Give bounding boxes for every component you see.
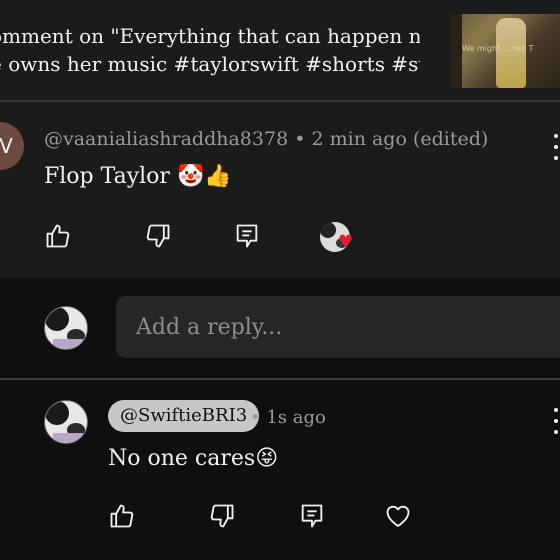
parent-comment: V @vaanialiashraddha8378 • 2 min ago (ed… — [0, 102, 560, 278]
reply-icon — [236, 224, 258, 248]
avatar — [44, 306, 88, 350]
video-title-line-1: omment on "Everything that can happen no… — [0, 24, 420, 48]
comment-meta: • 1s ago — [250, 407, 326, 428]
mention-chip[interactable]: @SwiftieBRI3 — [108, 400, 260, 432]
comment-author[interactable]: @vaanialiashraddha8378 — [44, 128, 288, 150]
avatar-letter: V — [0, 134, 13, 158]
video-context-header[interactable]: omment on "Everything that can happen no… — [0, 0, 560, 102]
avatar[interactable] — [44, 400, 88, 444]
meta-separator: • — [294, 128, 306, 150]
comment-text: No one cares😝 — [108, 446, 278, 471]
thumbnail-rail — [450, 14, 462, 88]
video-title[interactable]: omment on "Everything that can happen no… — [0, 22, 420, 78]
heart-icon — [386, 505, 410, 527]
reply-button[interactable] — [231, 220, 263, 252]
more-vert-icon[interactable] — [553, 408, 559, 434]
comment-text: Flop Taylor 🤡👍 — [44, 164, 232, 189]
like-button[interactable] — [106, 500, 138, 532]
thumbnail-figure — [496, 18, 526, 88]
video-thumbnail[interactable]: We might ... rep T — [450, 14, 560, 88]
comment-text-content: Flop Taylor — [44, 164, 170, 189]
comment-text-content: No one cares — [108, 446, 256, 471]
like-icon — [110, 504, 134, 528]
reply-input[interactable] — [116, 296, 560, 358]
thumbnail-caption: We might ... rep T — [462, 44, 534, 53]
video-title-line-2: e owns her music #taylorswift #shorts #s… — [0, 52, 420, 76]
reply-button[interactable] — [296, 500, 328, 532]
dislike-icon — [210, 504, 234, 528]
dislike-button[interactable] — [142, 220, 174, 252]
heart-icon: ♥ — [338, 232, 354, 252]
avatar[interactable]: V — [0, 122, 24, 170]
dislike-button[interactable] — [206, 500, 238, 532]
like-icon — [46, 224, 70, 248]
comment-meta: @vaanialiashraddha8378 • 2 min ago (edit… — [44, 128, 488, 150]
reply-composer — [0, 278, 560, 380]
comment-emojis: 🤡👍 — [176, 164, 232, 189]
dislike-icon — [146, 224, 170, 248]
more-vert-icon[interactable] — [553, 134, 559, 160]
comment-time: 1s ago — [266, 407, 326, 428]
reply-comment: @SwiftieBRI3 • 1s ago No one cares😝 — [0, 380, 560, 560]
comment-emoji: 😝 — [255, 446, 279, 471]
meta-separator: • — [250, 407, 261, 428]
reply-icon — [301, 504, 323, 528]
comment-time: 2 min ago (edited) — [311, 128, 489, 150]
like-button[interactable] — [42, 220, 74, 252]
heart-button[interactable] — [382, 500, 414, 532]
